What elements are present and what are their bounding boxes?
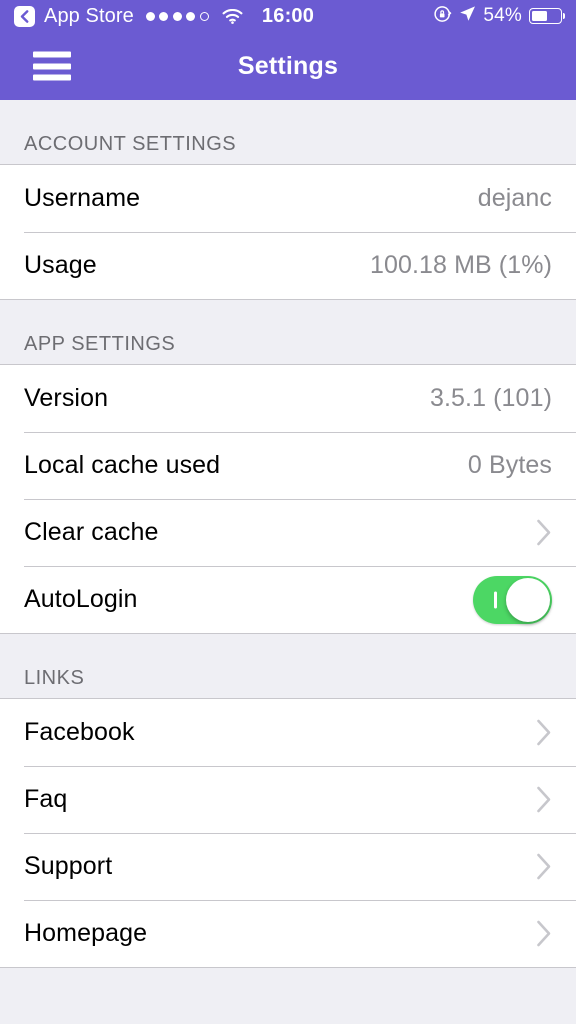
row-label: Faq — [24, 785, 68, 813]
battery-fill — [531, 10, 547, 22]
settings-list: ACCOUNT SETTINGS Username dejanc Usage 100.1… — [0, 100, 576, 968]
row-label: Facebook — [24, 718, 135, 746]
row-value: 0 Bytes — [467, 451, 552, 479]
section-header-label: ACCOUNT SETTINGS — [24, 133, 237, 155]
disclosure-chevron-icon — [536, 519, 552, 546]
disclosure-chevron-icon — [536, 920, 552, 947]
settings-group: Username dejanc Usage 100.18 MB (1%) — [0, 164, 576, 300]
settings-screen: App Store 16:00 54% Settings ACCOUNT SET… — [0, 0, 576, 1024]
page-title: Settings — [237, 51, 339, 80]
status-bar-left: App Store — [14, 5, 243, 27]
row-label: Version — [24, 384, 109, 412]
location-arrow-icon — [459, 5, 476, 27]
row-label: Usage — [24, 251, 97, 279]
settings-row-clear-cache[interactable]: Clear cache — [0, 499, 576, 566]
signal-strength-icon — [145, 11, 209, 21]
settings-row-local-cache-used: Local cache used 0 Bytes — [0, 432, 576, 499]
row-label: AutoLogin — [24, 585, 138, 613]
section-header-label: APP SETTINGS — [24, 333, 176, 355]
settings-group: Version 3.5.1 (101) Local cache used 0 Byte… — [0, 364, 576, 634]
settings-row-facebook[interactable]: Facebook — [0, 699, 576, 766]
section-header: ACCOUNT SETTINGS — [0, 100, 576, 164]
toggle-knob[interactable] — [506, 577, 550, 622]
status-bar-right: 54% — [434, 5, 562, 28]
disclosure-chevron-icon — [536, 853, 552, 880]
section-header: LINKS — [0, 634, 576, 698]
settings-row-username: Username dejanc — [0, 165, 576, 232]
settings-row-version: Version 3.5.1 (101) — [0, 365, 576, 432]
settings-row-usage: Usage 100.18 MB (1%) — [0, 232, 576, 299]
autologin-toggle[interactable] — [473, 575, 552, 624]
row-value: 3.5.1 (101) — [429, 384, 552, 412]
toggle-on-mark — [494, 591, 497, 608]
row-label: Username — [24, 184, 141, 212]
row-label: Local cache used — [24, 451, 221, 479]
back-chevron-icon[interactable] — [14, 5, 35, 27]
battery-icon — [529, 8, 562, 24]
settings-group: Facebook Faq Support Homepage — [0, 698, 576, 968]
row-value: 100.18 MB (1%) — [369, 251, 552, 279]
battery-percent-label: 54% — [483, 5, 522, 26]
row-value: dejanc — [477, 184, 552, 212]
disclosure-chevron-icon — [536, 786, 552, 813]
settings-row-homepage[interactable]: Homepage — [0, 900, 576, 967]
settings-row-support[interactable]: Support — [0, 833, 576, 900]
row-label: Support — [24, 852, 113, 880]
wifi-icon — [222, 8, 243, 24]
section-header-label: LINKS — [24, 667, 85, 689]
section-header: APP SETTINGS — [0, 300, 576, 364]
row-label: Homepage — [24, 919, 148, 947]
row-label: Clear cache — [24, 518, 159, 546]
status-bar: App Store 16:00 54% — [0, 0, 576, 32]
navigation-bar: Settings — [0, 32, 576, 100]
disclosure-chevron-icon — [536, 719, 552, 746]
rotation-lock-icon — [434, 5, 452, 28]
settings-row-autologin[interactable]: AutoLogin — [0, 566, 576, 633]
carrier-label: App Store — [44, 5, 134, 27]
settings-row-faq[interactable]: Faq — [0, 766, 576, 833]
